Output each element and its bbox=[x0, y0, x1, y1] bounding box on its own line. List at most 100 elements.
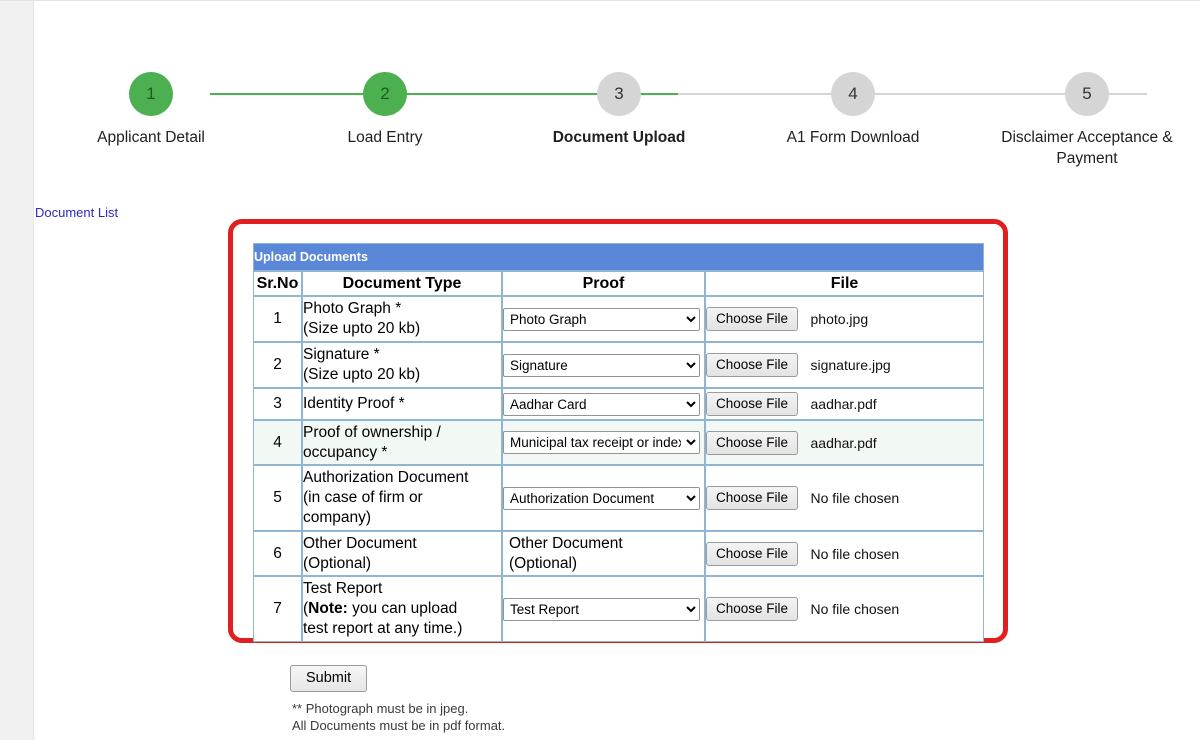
row-3-proof-cell: Aadhar Card bbox=[502, 388, 705, 420]
row-2-file-cell: Choose File signature.jpg bbox=[705, 342, 985, 388]
upload-documents-table: Upload Documents Sr.No Document Type Pro… bbox=[253, 243, 985, 642]
step-5-label: Disclaimer Acceptance & Payment bbox=[1001, 129, 1173, 167]
row-4-srno: 4 bbox=[253, 420, 302, 465]
page-root: 1 Applicant Detail 2 Load Entry 3 Docume… bbox=[0, 0, 1200, 740]
row-3-choose-file-button[interactable]: Choose File bbox=[706, 392, 799, 416]
stepper-connector-2-3 bbox=[444, 93, 679, 95]
row-1-file-cell: Choose File photo.jpg bbox=[705, 296, 985, 342]
row-5-choose-file-button[interactable]: Choose File bbox=[706, 486, 799, 510]
column-header-srno: Sr.No bbox=[253, 271, 302, 296]
row-5-doctype-line2: (in case of firm or bbox=[303, 489, 423, 506]
step-2-number: 2 bbox=[380, 84, 390, 103]
step-1-label: Applicant Detail bbox=[97, 129, 205, 146]
row-7-note-rest: you can upload bbox=[347, 600, 458, 617]
row-2-proof-select[interactable]: Signature bbox=[503, 353, 700, 377]
column-header-doctype: Document Type bbox=[302, 271, 502, 296]
row-4-choose-file-button[interactable]: Choose File bbox=[706, 430, 799, 455]
stepper-step-3[interactable]: 3 Document Upload bbox=[519, 72, 719, 148]
row-7-choose-file-button[interactable]: Choose File bbox=[706, 597, 799, 621]
row-5-doctype-line1: Authorization Document bbox=[303, 469, 469, 486]
row-6-proof-text-line1: Other Document bbox=[509, 534, 623, 552]
row-4-proof-cell: Municipal tax receipt or index 2 bbox=[502, 420, 705, 465]
row-2-doctype-line2: (Size upto 20 kb) bbox=[303, 366, 421, 383]
step-1-number: 1 bbox=[146, 84, 156, 103]
row-7-doctype-line2: (Note: you can upload bbox=[303, 600, 458, 617]
footer-note-line2: All Documents must be in pdf format. bbox=[292, 718, 506, 733]
row-1-doctype: Photo Graph * (Size upto 20 kb) bbox=[302, 296, 502, 342]
panel-title: Upload Documents bbox=[253, 243, 985, 271]
row-4-doctype-line1: Proof of ownership / bbox=[303, 423, 441, 441]
row-7-doctype: Test Report (Note: you can upload test r… bbox=[302, 576, 502, 642]
row-4-doctype: Proof of ownership / occupancy * bbox=[302, 420, 502, 465]
row-4-file-cell: Choose File aadhar.pdf bbox=[705, 420, 985, 465]
stepper-connector-1-2 bbox=[210, 93, 445, 95]
table-row: 5 Authorization Document (in case of fir… bbox=[253, 465, 985, 531]
row-4-doctype-line2: occupancy * bbox=[303, 443, 388, 461]
row-6-proof-cell: Other Document (Optional) bbox=[502, 531, 705, 576]
row-7-proof-select[interactable]: Test Report bbox=[503, 597, 700, 621]
table-row: 6 Other Document (Optional) Other Docume… bbox=[253, 531, 985, 576]
row-6-file-name: No file chosen bbox=[810, 545, 900, 562]
row-5-file-name: No file chosen bbox=[810, 490, 900, 506]
upload-documents-panel: Upload Documents Sr.No Document Type Pro… bbox=[253, 243, 985, 642]
row-2-doctype: Signature * (Size upto 20 kb) bbox=[302, 342, 502, 388]
row-3-file-name: aadhar.pdf bbox=[810, 396, 877, 412]
row-3-srno: 3 bbox=[253, 388, 302, 420]
stepper-step-5[interactable]: 5 Disclaimer Acceptance & Payment bbox=[987, 72, 1187, 169]
row-7-srno: 7 bbox=[253, 576, 302, 642]
table-row: 2 Signature * (Size upto 20 kb) Signatur… bbox=[253, 342, 985, 388]
row-6-doctype: Other Document (Optional) bbox=[302, 531, 502, 576]
row-2-file-name: signature.jpg bbox=[810, 357, 891, 373]
column-header-file: File bbox=[705, 271, 985, 296]
document-list-link[interactable]: Document List bbox=[35, 205, 118, 220]
row-7-note-bold: Note: bbox=[308, 600, 348, 617]
row-2-doctype-line1: Signature * bbox=[303, 346, 380, 363]
footer-note-line1: ** Photograph must be in jpeg. bbox=[292, 701, 469, 716]
row-6-choose-file-button[interactable]: Choose File bbox=[706, 541, 799, 566]
stepper-connector-4-5 bbox=[912, 93, 1147, 95]
table-header-row: Sr.No Document Type Proof File bbox=[253, 271, 985, 296]
row-5-proof-select[interactable]: Authorization Document bbox=[503, 486, 700, 510]
stepper-step-2[interactable]: 2 Load Entry bbox=[285, 72, 485, 148]
row-2-srno: 2 bbox=[253, 342, 302, 388]
column-header-proof: Proof bbox=[502, 271, 705, 296]
row-7-file-name: No file chosen bbox=[810, 601, 900, 617]
step-4-number: 4 bbox=[848, 84, 858, 103]
row-1-doctype-line2: (Size upto 20 kb) bbox=[303, 320, 421, 337]
table-row: 7 Test Report (Note: you can upload test… bbox=[253, 576, 985, 642]
row-4-file-name: aadhar.pdf bbox=[810, 434, 877, 451]
step-5-circle: 5 bbox=[1065, 72, 1109, 116]
step-4-circle: 4 bbox=[831, 72, 875, 116]
row-6-doctype-line2: (Optional) bbox=[303, 554, 372, 572]
row-1-doctype-line1: Photo Graph * bbox=[303, 300, 402, 317]
row-6-file-cell: Choose File No file chosen bbox=[705, 531, 985, 576]
submit-button[interactable]: Submit bbox=[290, 665, 368, 692]
row-4-proof-select[interactable]: Municipal tax receipt or index 2 bbox=[503, 431, 700, 454]
row-1-srno: 1 bbox=[253, 296, 302, 342]
row-5-doctype: Authorization Document (in case of firm … bbox=[302, 465, 502, 531]
row-2-choose-file-button[interactable]: Choose File bbox=[706, 353, 799, 377]
row-5-file-cell: Choose File No file chosen bbox=[705, 465, 985, 531]
row-6-srno: 6 bbox=[253, 531, 302, 576]
progress-stepper: 1 Applicant Detail 2 Load Entry 3 Docume… bbox=[35, 72, 1200, 182]
row-3-doctype: Identity Proof * bbox=[302, 388, 502, 420]
step-2-circle: 2 bbox=[363, 72, 407, 116]
row-3-file-cell: Choose File aadhar.pdf bbox=[705, 388, 985, 420]
row-3-proof-select[interactable]: Aadhar Card bbox=[503, 392, 700, 416]
step-4-label: A1 Form Download bbox=[786, 129, 920, 146]
row-1-choose-file-button[interactable]: Choose File bbox=[706, 307, 799, 331]
row-7-proof-cell: Test Report bbox=[502, 576, 705, 642]
row-6-proof-text-line2: (Optional) bbox=[509, 554, 578, 572]
row-5-doctype-line3: company) bbox=[303, 509, 372, 526]
row-1-proof-select[interactable]: Photo Graph bbox=[503, 307, 700, 331]
footer-notes: ** Photograph must be in jpeg. All Docum… bbox=[292, 700, 505, 734]
table-row: 4 Proof of ownership / occupancy * Munic… bbox=[253, 420, 985, 465]
stepper-step-4[interactable]: 4 A1 Form Download bbox=[753, 72, 953, 148]
step-2-label: Load Entry bbox=[347, 129, 423, 146]
row-1-proof-cell: Photo Graph bbox=[502, 296, 705, 342]
stepper-step-1[interactable]: 1 Applicant Detail bbox=[51, 72, 251, 148]
step-1-circle: 1 bbox=[129, 72, 173, 116]
row-1-file-name: photo.jpg bbox=[810, 311, 869, 327]
row-5-srno: 5 bbox=[253, 465, 302, 531]
step-3-circle: 3 bbox=[597, 72, 641, 116]
